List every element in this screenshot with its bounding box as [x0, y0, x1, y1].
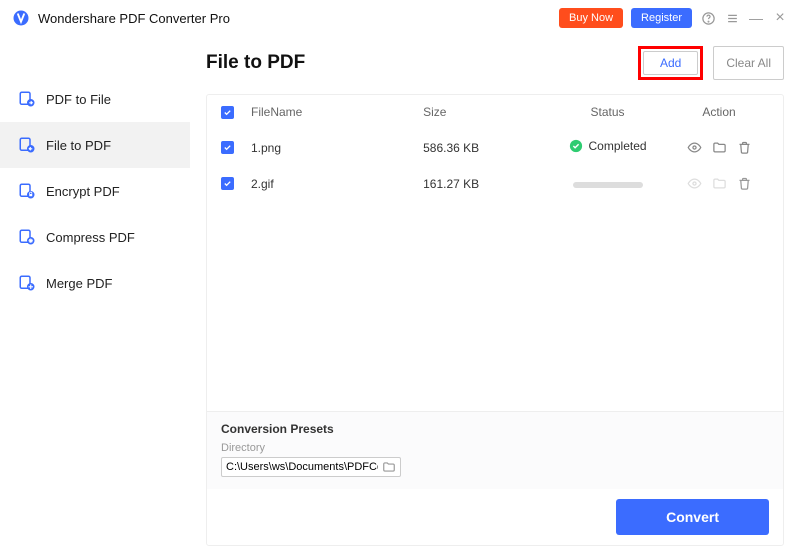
directory-input[interactable] — [226, 461, 378, 473]
add-button-highlight: Add — [638, 46, 703, 80]
convert-button[interactable]: Convert — [616, 499, 769, 535]
encrypt-pdf-icon — [18, 182, 36, 200]
page-title: File to PDF — [206, 52, 305, 74]
close-icon[interactable]: × — [772, 9, 788, 27]
register-button[interactable]: Register — [631, 8, 692, 28]
sidebar-item-label: Merge PDF — [46, 276, 112, 291]
browse-folder-icon[interactable] — [382, 460, 396, 474]
header-filename: FileName — [251, 105, 423, 119]
delete-icon[interactable] — [737, 176, 752, 191]
titlebar: Wondershare PDF Converter Pro Buy Now Re… — [0, 0, 800, 36]
sidebar-item-compress-pdf[interactable]: Compress PDF — [0, 214, 190, 260]
cell-status: Completed — [546, 139, 669, 156]
sidebar-item-file-to-pdf[interactable]: File to PDF — [0, 122, 190, 168]
buy-now-button[interactable]: Buy Now — [559, 8, 623, 28]
header-size: Size — [423, 105, 546, 119]
header-status: Status — [546, 105, 669, 119]
row-checkbox[interactable] — [221, 141, 234, 154]
app-title: Wondershare PDF Converter Pro — [38, 11, 230, 26]
table-empty-space — [207, 201, 783, 411]
main-area: File to PDF Add Clear All FileName Size … — [190, 36, 800, 558]
app-logo-icon — [12, 9, 30, 27]
cell-size: 586.36 KB — [423, 141, 546, 155]
compress-pdf-icon — [18, 228, 36, 246]
sidebar-item-label: PDF to File — [46, 92, 111, 107]
preview-icon — [687, 176, 702, 191]
open-folder-icon — [712, 176, 727, 191]
file-to-pdf-icon — [18, 136, 36, 154]
menu-icon[interactable] — [724, 11, 740, 26]
help-icon[interactable] — [700, 11, 716, 26]
header-row: File to PDF Add Clear All — [206, 36, 784, 94]
add-button[interactable]: Add — [643, 51, 698, 75]
open-folder-icon[interactable] — [712, 140, 727, 155]
directory-label: Directory — [221, 442, 769, 454]
clear-all-button[interactable]: Clear All — [713, 46, 784, 80]
directory-input-wrap — [221, 457, 401, 477]
presets-title: Conversion Presets — [221, 422, 769, 436]
cell-size: 161.27 KB — [423, 177, 546, 191]
conversion-presets: Conversion Presets Directory — [207, 411, 783, 489]
merge-pdf-icon — [18, 274, 36, 292]
sidebar: PDF to File File to PDF Encrypt PDF Comp… — [0, 36, 190, 558]
minimize-icon[interactable]: — — [748, 10, 764, 26]
row-checkbox[interactable] — [221, 177, 234, 190]
header-action: Action — [669, 105, 769, 119]
progress-bar — [573, 182, 643, 188]
table-header: FileName Size Status Action — [207, 95, 783, 129]
table-row: 2.gif 161.27 KB — [207, 166, 783, 201]
preview-icon[interactable] — [687, 140, 702, 155]
file-table: FileName Size Status Action 1.png 586.36… — [206, 94, 784, 546]
cell-filename: 1.png — [251, 141, 423, 155]
sidebar-item-merge-pdf[interactable]: Merge PDF — [0, 260, 190, 306]
sidebar-item-encrypt-pdf[interactable]: Encrypt PDF — [0, 168, 190, 214]
sidebar-item-label: File to PDF — [46, 138, 111, 153]
cell-filename: 2.gif — [251, 177, 423, 191]
delete-icon[interactable] — [737, 140, 752, 155]
footer-row: Convert — [207, 489, 783, 545]
check-circle-icon — [569, 139, 583, 153]
table-row: 1.png 586.36 KB Completed — [207, 129, 783, 166]
select-all-checkbox[interactable] — [221, 106, 234, 119]
pdf-to-file-icon — [18, 90, 36, 108]
sidebar-item-pdf-to-file[interactable]: PDF to File — [0, 76, 190, 122]
cell-status — [546, 177, 669, 191]
sidebar-item-label: Compress PDF — [46, 230, 135, 245]
body: PDF to File File to PDF Encrypt PDF Comp… — [0, 36, 800, 558]
status-text: Completed — [589, 139, 647, 153]
sidebar-item-label: Encrypt PDF — [46, 184, 120, 199]
